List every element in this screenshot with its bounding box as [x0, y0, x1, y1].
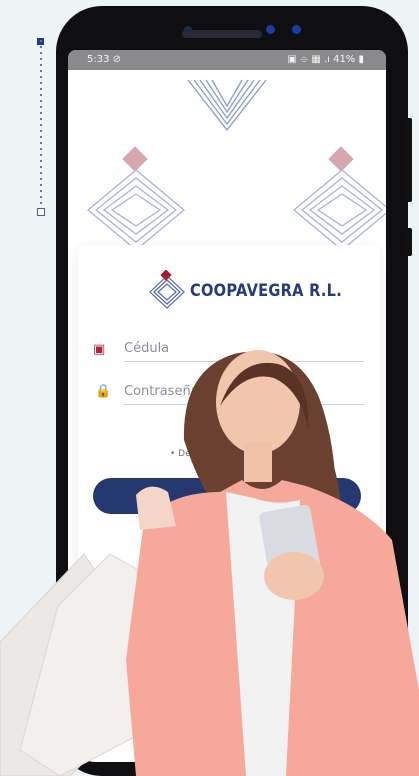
- brand-name: COOPAVEGRA R.L.: [190, 281, 343, 301]
- status-indicators: ▣ ⌯ ▦ .ı 41% ▮: [287, 54, 364, 65]
- decor-square-bottom: [37, 208, 45, 216]
- brand-logo: [149, 270, 185, 309]
- decor-dotted-line: [40, 40, 42, 212]
- phone-camera-2: [292, 25, 301, 34]
- phone-sensor: [184, 26, 192, 34]
- woman-with-phone-illustration: [0, 350, 419, 776]
- phone-speaker: [182, 30, 262, 38]
- status-time: 5:33 ⊘: [87, 54, 122, 65]
- phone-side-button: [404, 118, 412, 202]
- status-bar: 5:33 ⊘ ▣ ⌯ ▦ .ı 41% ▮: [68, 50, 386, 70]
- phone-camera: [266, 25, 275, 34]
- phone-side-button-2: [404, 228, 412, 256]
